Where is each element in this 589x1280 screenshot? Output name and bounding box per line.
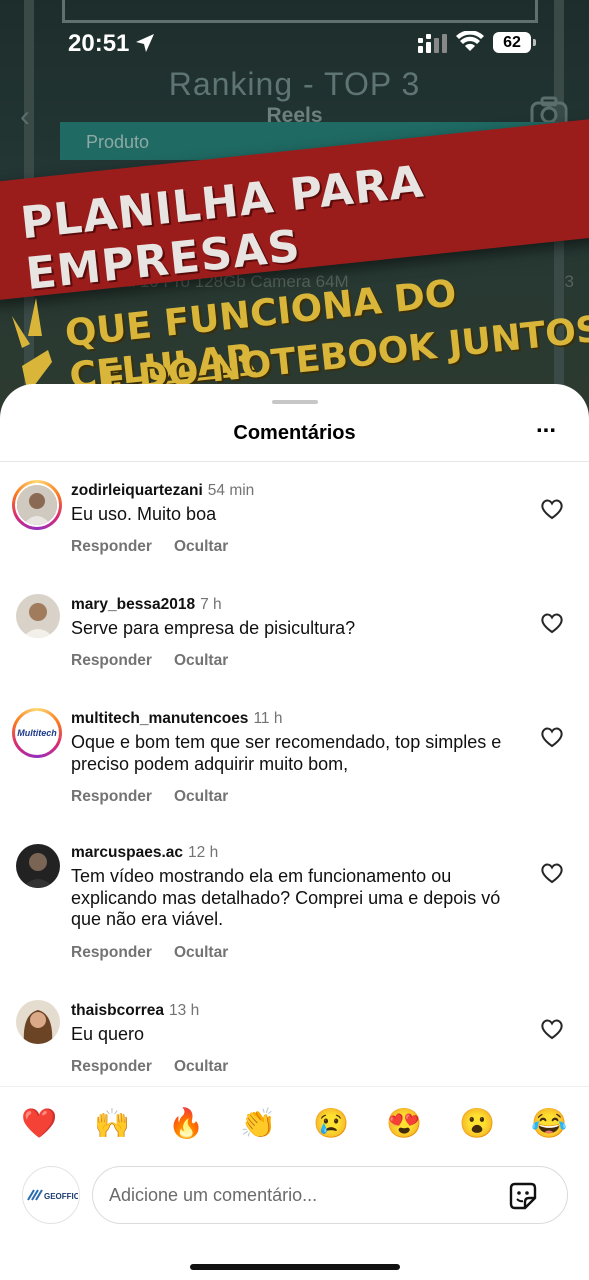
- comment-text: Eu quero: [71, 1024, 145, 1044]
- comment-text: Serve para empresa de pisicultura?: [71, 618, 356, 638]
- emoji-bar: ❤️ 🙌 🔥 👏 😢 😍 😮 😂: [0, 1086, 589, 1162]
- hide-button[interactable]: Ocultar: [174, 652, 228, 669]
- avatar[interactable]: [12, 480, 62, 530]
- sheet-title: Comentários: [233, 422, 356, 444]
- more-options-icon[interactable]: ...: [530, 413, 562, 444]
- comment-actions: Responder Ocultar: [71, 652, 250, 670]
- home-indicator: [190, 1264, 400, 1270]
- comment-text: Eu uso. Muito boa: [71, 504, 217, 524]
- hide-button[interactable]: Ocultar: [174, 788, 228, 805]
- comment-username[interactable]: zodirleiquartezani 54 min: [71, 482, 254, 500]
- avatar[interactable]: Multitech: [12, 708, 62, 758]
- reply-button[interactable]: Responder: [71, 1058, 152, 1075]
- geoffice-logo-text: GEOFFICE: [44, 1192, 78, 1201]
- battery-indicator: 62: [493, 32, 536, 53]
- wifi-icon: [456, 31, 484, 51]
- sticker-icon[interactable]: [507, 1180, 539, 1212]
- comment-username[interactable]: thaisbcorrea 13 h: [71, 1002, 199, 1020]
- divider: [0, 461, 589, 462]
- comment-input-container[interactable]: [92, 1166, 568, 1224]
- emoji-fire-button[interactable]: 🔥: [166, 1107, 206, 1141]
- comment-username[interactable]: marcuspaes.ac 12 h: [71, 844, 218, 862]
- comment-username[interactable]: mary_bessa2018 7 h: [71, 596, 222, 614]
- location-arrow-icon: [136, 34, 154, 52]
- geoffice-logo-icon: GEOFFICE: [27, 1189, 78, 1201]
- emoji-laughing-button[interactable]: 😂: [529, 1107, 569, 1141]
- comment-input[interactable]: [109, 1167, 489, 1223]
- emoji-crying-button[interactable]: 😢: [311, 1107, 351, 1141]
- comment-text: Tem vídeo mostrando ela em funcionamento…: [71, 866, 501, 929]
- heart-icon[interactable]: [540, 862, 564, 884]
- heart-icon[interactable]: [540, 1018, 564, 1040]
- hide-button[interactable]: Ocultar: [174, 538, 228, 555]
- comment-actions: Responder Ocultar: [71, 788, 250, 806]
- emoji-heart-eyes-button[interactable]: 😍: [384, 1107, 424, 1141]
- reply-button[interactable]: Responder: [71, 652, 152, 669]
- emoji-heart-button[interactable]: ❤️: [19, 1107, 59, 1141]
- reply-button[interactable]: Responder: [71, 538, 152, 555]
- emoji-surprised-button[interactable]: 😮: [457, 1107, 497, 1141]
- my-avatar: GEOFFICE: [22, 1166, 80, 1224]
- hide-button[interactable]: Ocultar: [174, 1058, 228, 1075]
- heart-icon[interactable]: [540, 726, 564, 748]
- heart-icon[interactable]: [540, 612, 564, 634]
- emoji-clap-button[interactable]: 👏: [238, 1107, 278, 1141]
- comment-username[interactable]: multitech_manutencoes 11 h: [71, 710, 282, 728]
- reply-button[interactable]: Responder: [71, 944, 152, 961]
- emoji-raised-hands-button[interactable]: 🙌: [92, 1107, 132, 1141]
- status-bar: 20:51 62: [0, 0, 589, 80]
- comment-composer: GEOFFICE: [0, 1160, 589, 1280]
- sheet-grabber[interactable]: [272, 400, 318, 404]
- avatar-logo-text: Multitech: [17, 728, 57, 738]
- avatar[interactable]: [16, 1000, 60, 1044]
- hide-button[interactable]: Ocultar: [174, 944, 228, 961]
- heart-icon[interactable]: [540, 498, 564, 520]
- avatar[interactable]: [16, 594, 60, 638]
- reply-button[interactable]: Responder: [71, 788, 152, 805]
- comment-text: Oque e bom tem que ser recomendado, top …: [71, 732, 502, 774]
- spark-decoration-icon: [12, 298, 52, 394]
- comment-actions: Responder Ocultar: [71, 944, 250, 962]
- status-time: 20:51: [68, 30, 130, 57]
- avatar[interactable]: [16, 844, 60, 888]
- comment-actions: Responder Ocultar: [71, 1058, 250, 1076]
- cellular-signal-icon: [418, 34, 447, 53]
- comment-actions: Responder Ocultar: [71, 538, 250, 556]
